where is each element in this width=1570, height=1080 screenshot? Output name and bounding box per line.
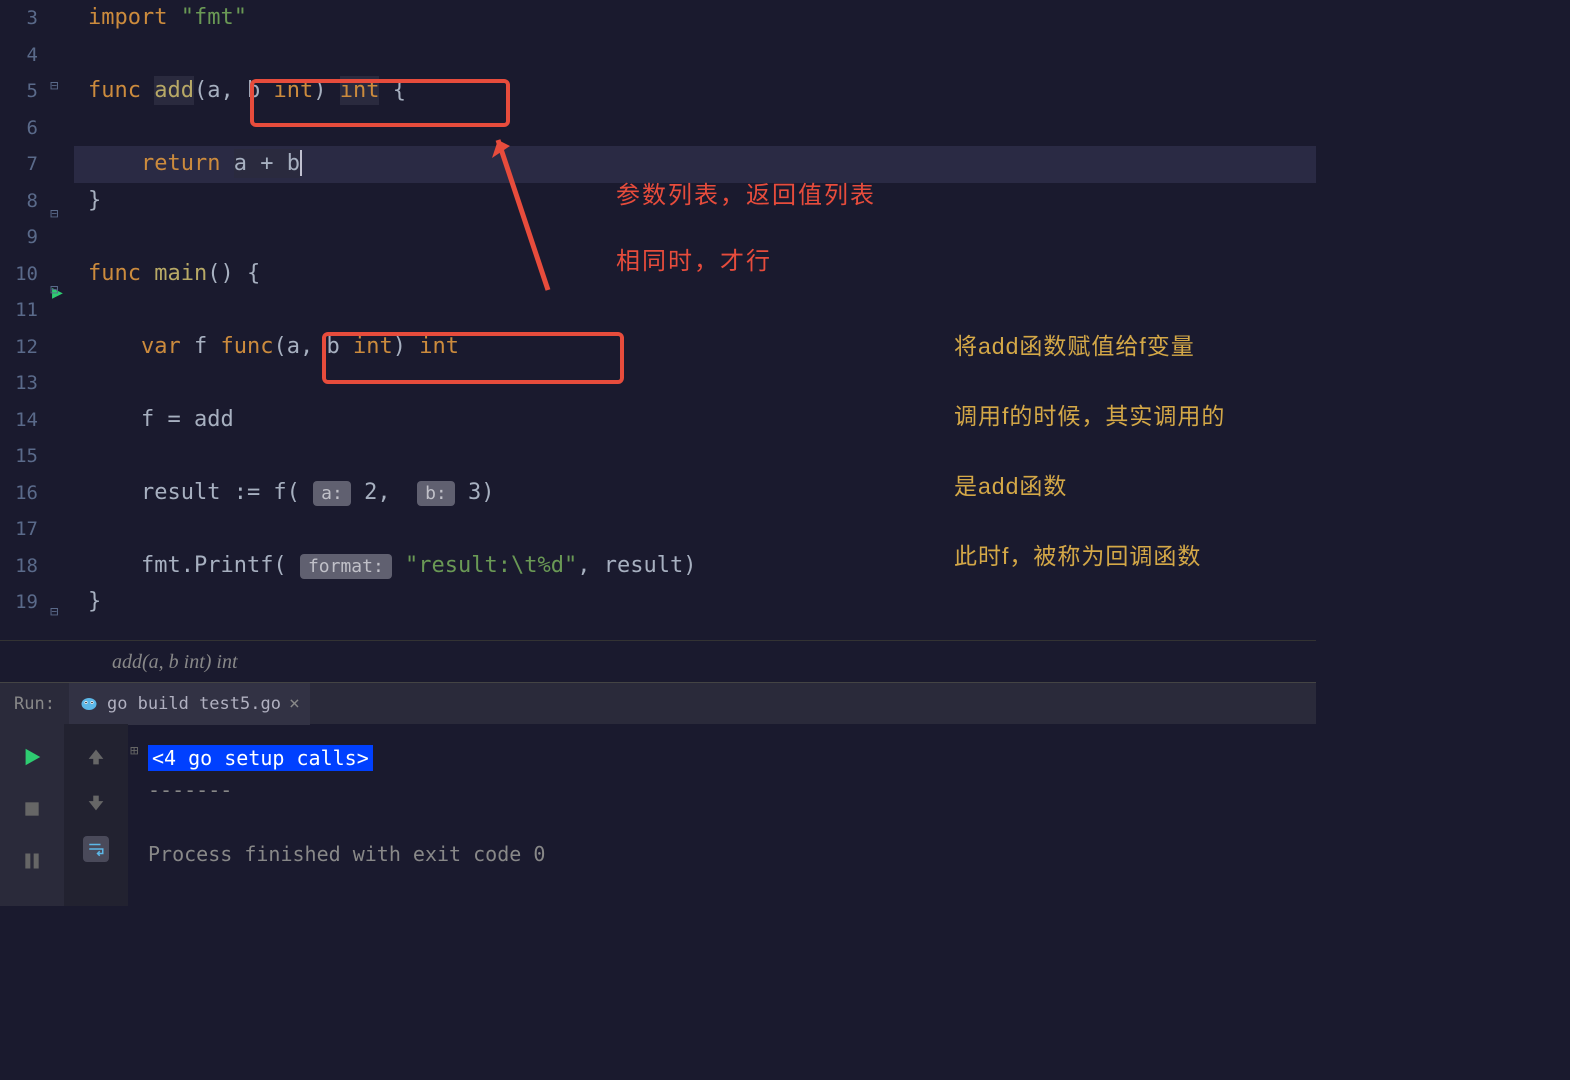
keyword: func bbox=[88, 78, 141, 103]
text: 2, bbox=[351, 480, 417, 505]
console-fold-region[interactable]: <4 go setup calls> bbox=[148, 745, 373, 771]
line-number: 17 bbox=[0, 511, 38, 548]
fold-column: ▶ ⊟ ⊟ ⊟ ⊟ bbox=[48, 0, 74, 640]
code-line: import "fmt" bbox=[74, 0, 1316, 37]
pause-icon[interactable] bbox=[19, 848, 45, 874]
text: result := f( bbox=[141, 480, 313, 505]
line-number: 18 bbox=[0, 548, 38, 585]
text-cursor bbox=[300, 150, 302, 176]
stop-icon[interactable] bbox=[19, 796, 45, 822]
line-number: 9 bbox=[0, 219, 38, 256]
console-text: ------- bbox=[148, 778, 232, 802]
code-line bbox=[74, 292, 1316, 329]
string: "fmt" bbox=[181, 5, 247, 30]
param-hint: a: bbox=[313, 481, 351, 506]
line-number: 12 bbox=[0, 329, 38, 366]
code-line: result := f( a: 2, b: 3) bbox=[74, 475, 1316, 512]
run-tab-label: go build test5.go bbox=[107, 694, 281, 714]
type: int bbox=[353, 334, 393, 359]
run-panel-header: Run: go build test5.go × bbox=[0, 682, 1316, 724]
expand-icon[interactable]: ⊞ bbox=[130, 743, 138, 759]
annotation-gold: 是add函数 bbox=[954, 468, 1067, 505]
param-hint: format: bbox=[300, 554, 392, 579]
func-name: main bbox=[154, 261, 207, 286]
code-column[interactable]: import "fmt" func add(a, b int) int { re… bbox=[74, 0, 1316, 640]
line-number: 6 bbox=[0, 110, 38, 147]
breadcrumb[interactable]: add(a, b int) int bbox=[0, 640, 1316, 682]
code-line bbox=[74, 365, 1316, 402]
line-number: 19 bbox=[0, 584, 38, 621]
code-line bbox=[74, 438, 1316, 475]
line-number: 7 bbox=[0, 146, 38, 183]
annotation-gold: 调用f的时候，其实调用的 bbox=[954, 398, 1225, 435]
type: int bbox=[273, 78, 313, 103]
console-toolbar-left bbox=[0, 724, 64, 906]
keyword: func bbox=[220, 334, 273, 359]
editor-area: 3 4 5 6 7 8 9 10 11 12 13 14 15 16 17 18… bbox=[0, 0, 1316, 640]
brace: { bbox=[379, 78, 406, 103]
type: int bbox=[419, 334, 459, 359]
keyword: import bbox=[88, 5, 167, 30]
fold-toggle-icon[interactable]: ⊟ bbox=[50, 282, 58, 298]
arrow-down-icon[interactable] bbox=[83, 790, 109, 816]
console-toolbar-nav bbox=[64, 724, 128, 906]
fold-end-icon[interactable]: ⊟ bbox=[50, 604, 58, 620]
text: fmt.Printf( bbox=[141, 553, 300, 578]
console-output[interactable]: <4 go setup calls> ------- Process finis… bbox=[128, 724, 1316, 906]
type: int bbox=[340, 76, 380, 105]
line-number: 14 bbox=[0, 402, 38, 439]
go-file-icon bbox=[79, 695, 99, 713]
code-line: } bbox=[74, 584, 1316, 621]
line-number: 4 bbox=[0, 37, 38, 74]
run-label: Run: bbox=[0, 694, 69, 714]
ident: f bbox=[181, 334, 221, 359]
line-number: 13 bbox=[0, 365, 38, 402]
fold-toggle-icon[interactable]: ⊟ bbox=[50, 78, 58, 94]
line-gutter: 3 4 5 6 7 8 9 10 11 12 13 14 15 16 17 18… bbox=[0, 0, 48, 640]
annotation-gold: 将add函数赋值给f变量 bbox=[954, 328, 1195, 365]
annotation-red: 相同时，才行 bbox=[616, 244, 772, 281]
annotation-gold: 此时f，被称为回调函数 bbox=[954, 538, 1201, 575]
code-line: func add(a, b int) int { bbox=[74, 73, 1316, 110]
line-number: 15 bbox=[0, 438, 38, 475]
string: "result:\t%d" bbox=[405, 553, 577, 578]
brace: } bbox=[88, 188, 101, 213]
keyword: func bbox=[88, 261, 141, 286]
code-line bbox=[74, 37, 1316, 74]
params: (a, b bbox=[273, 334, 352, 359]
run-tab[interactable]: go build test5.go × bbox=[69, 683, 310, 725]
keyword: return bbox=[141, 151, 220, 176]
line-number: 3 bbox=[0, 0, 38, 37]
fold-end-icon[interactable]: ⊟ bbox=[50, 206, 58, 222]
paren: ) bbox=[393, 334, 420, 359]
run-icon[interactable] bbox=[19, 744, 45, 770]
text: , result) bbox=[577, 553, 696, 578]
expr: a + b bbox=[234, 149, 300, 178]
code-line bbox=[74, 110, 1316, 147]
line-number: 10 bbox=[0, 256, 38, 293]
text: f = add bbox=[141, 407, 234, 432]
param-hint: b: bbox=[417, 481, 455, 506]
paren: ) bbox=[313, 78, 340, 103]
close-icon[interactable]: × bbox=[289, 693, 300, 714]
brace: } bbox=[88, 589, 101, 614]
wrap-icon[interactable] bbox=[83, 836, 109, 862]
arrow-up-icon[interactable] bbox=[83, 744, 109, 770]
text: 3) bbox=[455, 480, 495, 505]
console-area: <4 go setup calls> ------- Process finis… bbox=[0, 724, 1316, 906]
func-name: add bbox=[154, 76, 194, 105]
console-exit-message: Process finished with exit code 0 bbox=[148, 842, 545, 866]
text bbox=[392, 553, 405, 578]
line-number: 11 bbox=[0, 292, 38, 329]
keyword: var bbox=[141, 334, 181, 359]
line-number: 16 bbox=[0, 475, 38, 512]
text: () { bbox=[207, 261, 260, 286]
line-number: 5 bbox=[0, 73, 38, 110]
params: (a, b bbox=[194, 78, 273, 103]
line-number: 8 bbox=[0, 183, 38, 220]
annotation-red: 参数列表，返回值列表 bbox=[616, 178, 876, 215]
